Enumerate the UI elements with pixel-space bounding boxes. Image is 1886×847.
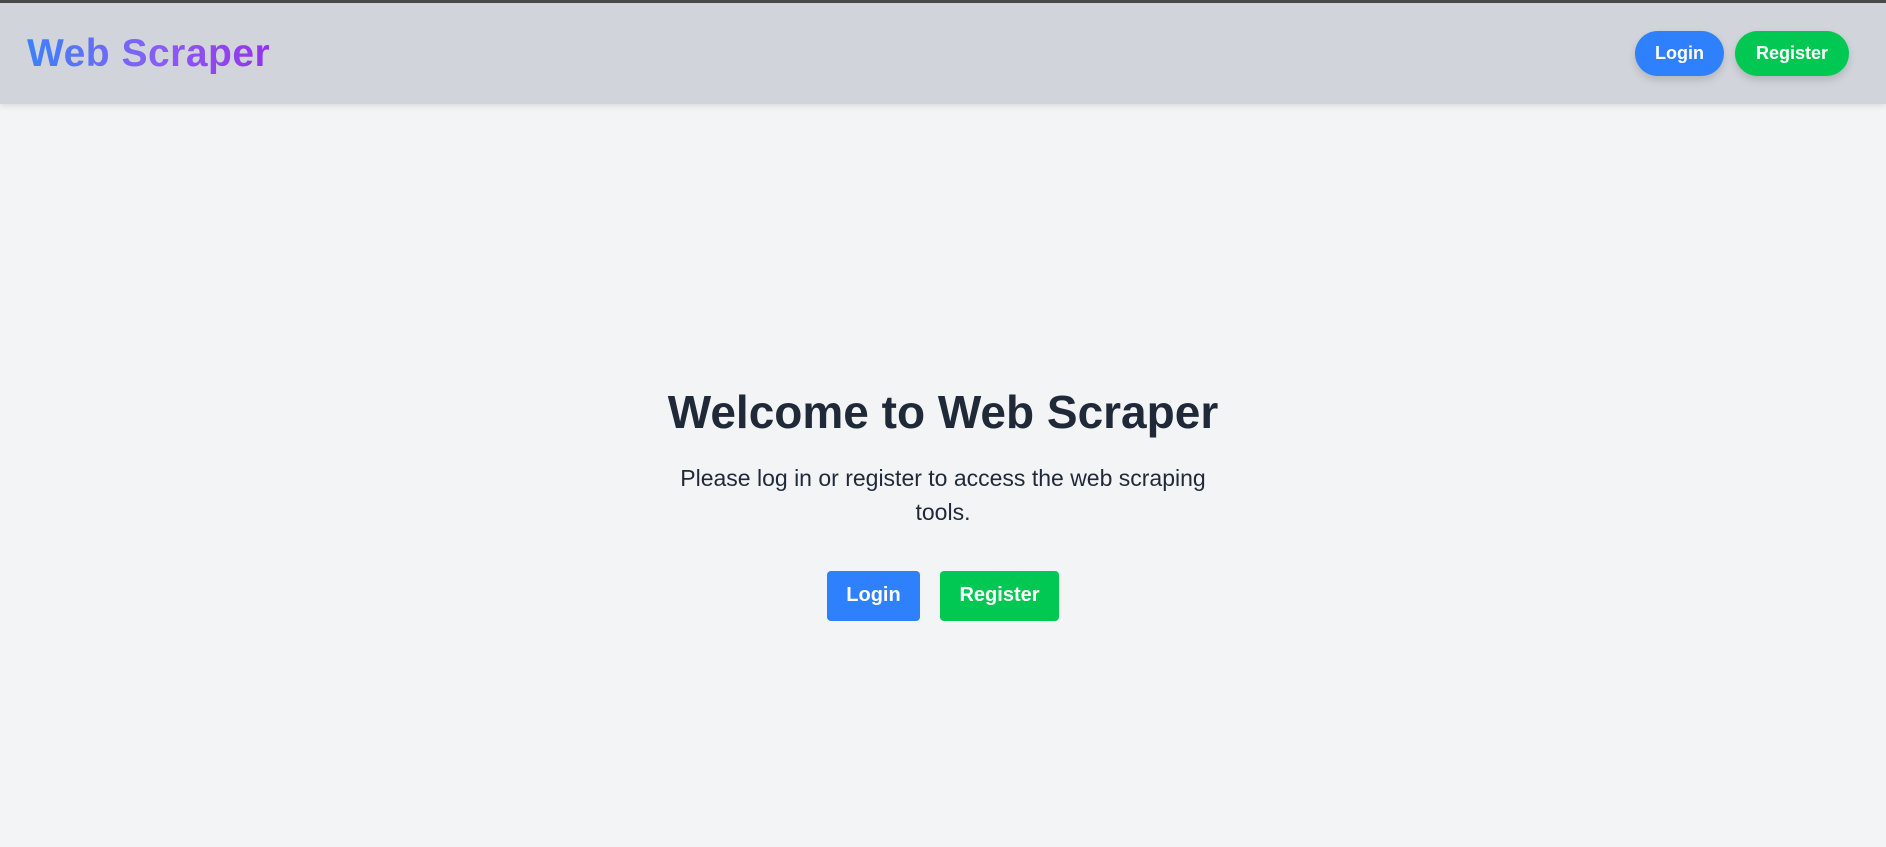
page-title: Welcome to Web Scraper bbox=[667, 385, 1219, 438]
header: Web Scraper Login Register bbox=[0, 3, 1886, 104]
login-button[interactable]: Login bbox=[827, 570, 920, 621]
logo[interactable]: Web Scraper bbox=[27, 32, 270, 76]
welcome-section: Welcome to Web Scraper Please log in or … bbox=[663, 385, 1223, 621]
header-register-button[interactable]: Register bbox=[1735, 31, 1849, 76]
welcome-actions: Login Register bbox=[663, 570, 1223, 621]
header-login-button[interactable]: Login bbox=[1635, 31, 1724, 76]
header-nav: Login Register bbox=[1635, 31, 1849, 76]
main-content: Welcome to Web Scraper Please log in or … bbox=[0, 104, 1886, 847]
register-button[interactable]: Register bbox=[940, 570, 1059, 621]
welcome-message: Please log in or register to access the … bbox=[680, 464, 1206, 525]
